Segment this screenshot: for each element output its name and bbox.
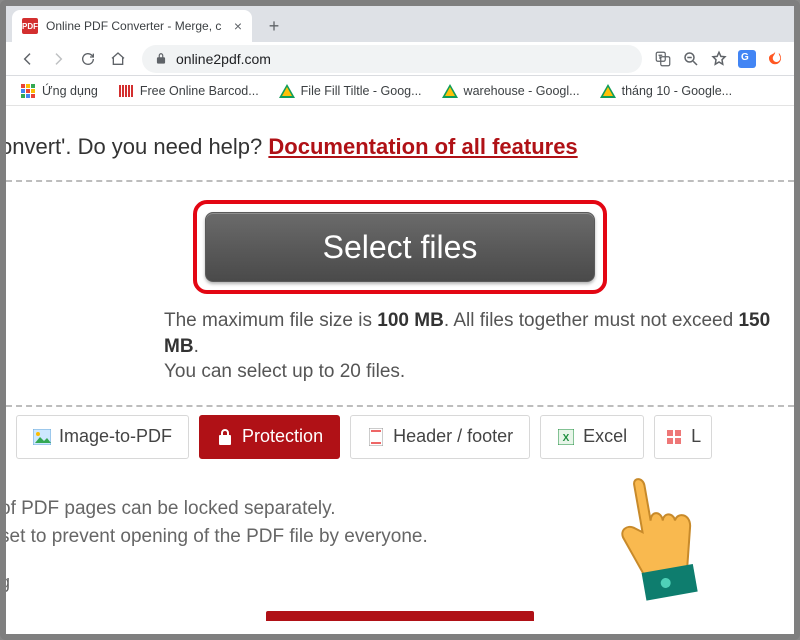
bookmarks-bar: Ứng dụng Free Online Barcod... File Fill… bbox=[6, 76, 794, 106]
tab-strip: PDF Online PDF Converter - Merge, c × + bbox=[6, 6, 794, 42]
excel-icon: X bbox=[557, 428, 575, 446]
highlight-box: Select files bbox=[193, 200, 607, 294]
tab-label: Header / footer bbox=[393, 426, 513, 447]
bookmark-drive-3[interactable]: tháng 10 - Google... bbox=[594, 79, 739, 103]
svg-text:X: X bbox=[563, 433, 570, 444]
bookmark-apps[interactable]: Ứng dụng bbox=[14, 79, 104, 103]
page-icon bbox=[367, 428, 385, 446]
toolbar: G bbox=[6, 42, 794, 76]
help-line: onvert'. Do you need help? Documentation… bbox=[6, 106, 794, 180]
zoom-icon[interactable] bbox=[680, 48, 702, 70]
close-icon[interactable]: × bbox=[234, 18, 242, 34]
bookmark-label: Free Online Barcod... bbox=[140, 84, 259, 98]
red-strip bbox=[266, 611, 534, 621]
bookmark-drive-2[interactable]: warehouse - Googl... bbox=[436, 79, 586, 103]
select-files-button[interactable]: Select files bbox=[205, 212, 595, 282]
address-bar[interactable] bbox=[142, 45, 642, 73]
bookmark-drive-1[interactable]: File Fill Tiltle - Goog... bbox=[273, 79, 428, 103]
tab-protection[interactable]: Protection bbox=[199, 415, 340, 459]
pdf-favicon: PDF bbox=[22, 18, 38, 34]
star-icon[interactable] bbox=[708, 48, 730, 70]
home-button[interactable] bbox=[104, 45, 132, 73]
tab-image-to-pdf[interactable]: Image-to-PDF bbox=[16, 415, 189, 459]
drive-icon bbox=[442, 83, 458, 99]
bookmark-label: tháng 10 - Google... bbox=[622, 84, 733, 98]
grid-icon bbox=[665, 428, 683, 446]
new-tab-button[interactable]: + bbox=[260, 12, 288, 40]
tab-more[interactable]: L bbox=[654, 415, 712, 459]
apps-icon bbox=[20, 83, 36, 99]
tab-excel[interactable]: X Excel bbox=[540, 415, 644, 459]
page-content: onvert'. Do you need help? Documentation… bbox=[6, 106, 794, 634]
tab-title: Online PDF Converter - Merge, c bbox=[46, 19, 226, 33]
browser-tab[interactable]: PDF Online PDF Converter - Merge, c × bbox=[12, 10, 252, 42]
flame-ext-icon[interactable] bbox=[764, 48, 786, 70]
barcode-icon bbox=[118, 83, 134, 99]
bookmark-barcode[interactable]: Free Online Barcod... bbox=[112, 79, 265, 103]
docs-link[interactable]: Documentation of all features bbox=[268, 134, 577, 159]
drive-icon bbox=[600, 83, 616, 99]
upload-area: Select files The maximum file size is 10… bbox=[6, 182, 794, 401]
gtranslate-ext-icon[interactable]: G bbox=[736, 48, 758, 70]
back-button[interactable] bbox=[14, 45, 42, 73]
lock-icon bbox=[216, 428, 234, 446]
url-input[interactable] bbox=[176, 51, 630, 67]
translate-icon[interactable] bbox=[652, 48, 674, 70]
options-tabs: Image-to-PDF Protection Header / footer … bbox=[6, 405, 794, 467]
tab-header-footer[interactable]: Header / footer bbox=[350, 415, 530, 459]
drive-icon bbox=[279, 83, 295, 99]
lock-icon bbox=[154, 52, 168, 66]
forward-button[interactable] bbox=[44, 45, 72, 73]
image-icon bbox=[33, 428, 51, 446]
pointer-hand-icon bbox=[585, 463, 727, 617]
bookmark-label: File Fill Tiltle - Goog... bbox=[301, 84, 422, 98]
tab-label: Image-to-PDF bbox=[59, 426, 172, 447]
reload-button[interactable] bbox=[74, 45, 102, 73]
tab-label: Excel bbox=[583, 426, 627, 447]
tab-label: L bbox=[691, 426, 701, 447]
bookmark-label: Ứng dụng bbox=[42, 84, 98, 98]
bookmark-label: warehouse - Googl... bbox=[464, 84, 580, 98]
tab-label: Protection bbox=[242, 426, 323, 447]
limits-text: The maximum file size is 100 MB. All fil… bbox=[6, 308, 794, 385]
